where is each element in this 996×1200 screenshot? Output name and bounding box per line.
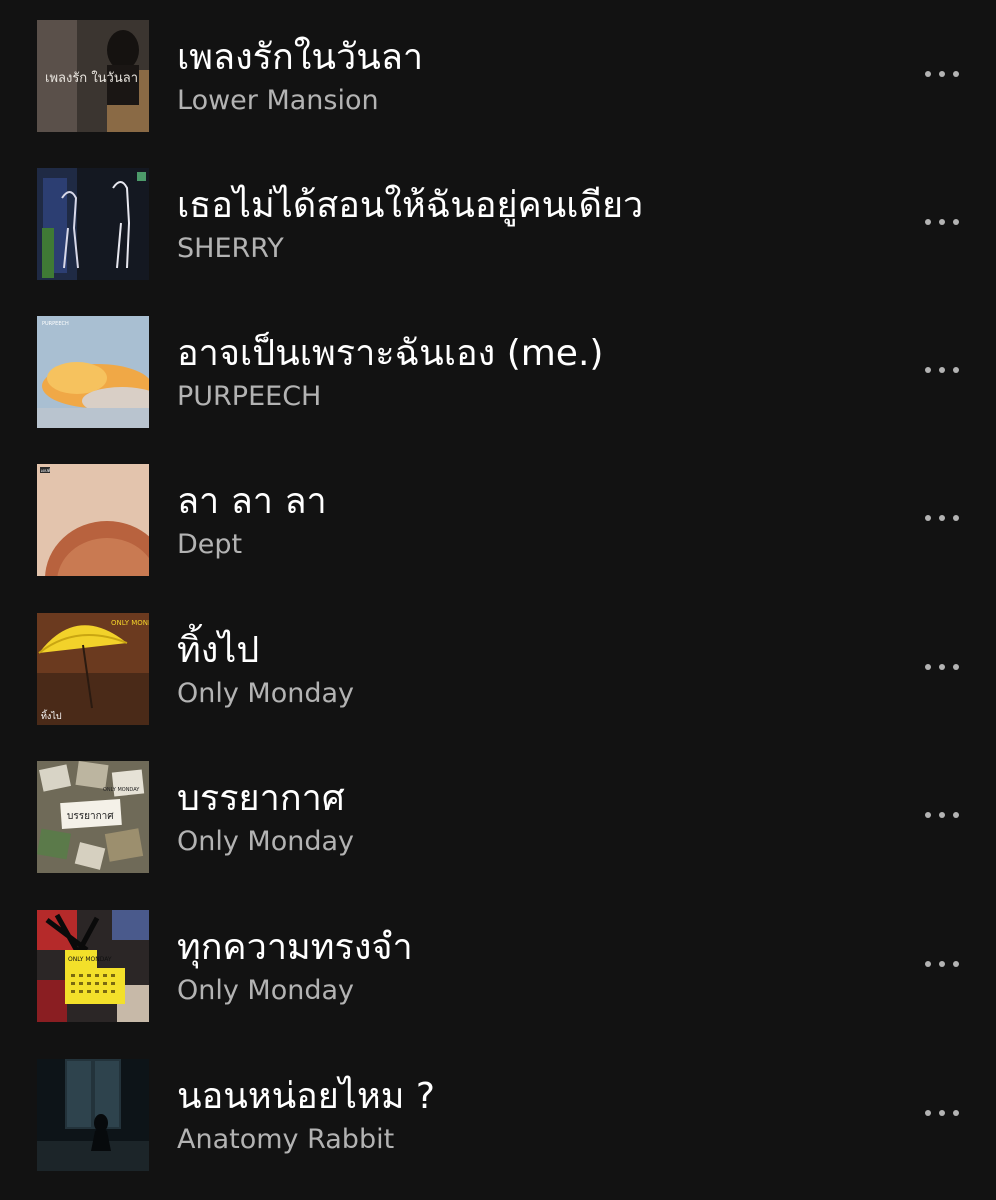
cover-text: PURPEECH xyxy=(42,321,69,327)
track-artist[interactable]: Only Monday xyxy=(177,825,354,859)
more-horizontal-icon xyxy=(925,812,959,818)
more-options-button[interactable] xyxy=(912,54,972,94)
album-cover: บรรยากาศ ONLY MONDAY xyxy=(37,761,149,873)
track-list: เพลงรัก ในวันลา เพลงรักในวันลา Lower Man… xyxy=(0,0,996,1200)
album-cover: ONLY MONDAY ทิ้งไป xyxy=(37,613,149,725)
album-cover: ONLY MONDAY xyxy=(37,910,149,1022)
track-row[interactable]: เธอไม่ได้สอนให้ฉันอยู่คนเดียว SHERRY xyxy=(0,148,996,296)
album-cover: เพลงรัก ในวันลา xyxy=(37,20,149,132)
more-options-button[interactable] xyxy=(912,647,972,687)
track-artist[interactable]: Only Monday xyxy=(177,677,354,711)
track-title: ลา ลา ลา xyxy=(177,481,327,522)
track-title: ทิ้งไป xyxy=(177,630,260,671)
track-row[interactable]: เดปท์ ลา ลา ลา Dept xyxy=(0,444,996,592)
more-horizontal-icon xyxy=(925,961,959,967)
track-artist[interactable]: Only Monday xyxy=(177,974,354,1008)
cover-text: ONLY MONDAY xyxy=(103,787,140,793)
track-artist[interactable]: SHERRY xyxy=(177,232,284,266)
more-horizontal-icon xyxy=(925,664,959,670)
album-cover: PURPEECH xyxy=(37,316,149,428)
cover-text: เดปท์ xyxy=(41,468,51,473)
track-row[interactable]: เพลงรัก ในวันลา เพลงรักในวันลา Lower Man… xyxy=(0,0,996,148)
album-cover: เดปท์ xyxy=(37,464,149,576)
more-horizontal-icon xyxy=(925,1110,959,1116)
track-artist[interactable]: Lower Mansion xyxy=(177,84,379,118)
cover-text: บรรยากาศ xyxy=(67,811,114,822)
more-options-button[interactable] xyxy=(912,350,972,390)
track-row[interactable]: PURPEECH อาจเป็นเพราะฉันเอง (me.) PURPEE… xyxy=(0,296,996,444)
more-options-button[interactable] xyxy=(912,498,972,538)
more-horizontal-icon xyxy=(925,367,959,373)
track-title: เพลงรักในวันลา xyxy=(177,37,424,78)
track-title: นอนหน่อยไหม ? xyxy=(177,1076,436,1117)
more-options-button[interactable] xyxy=(912,202,972,242)
more-horizontal-icon xyxy=(925,219,959,225)
track-artist[interactable]: PURPEECH xyxy=(177,380,321,414)
more-options-button[interactable] xyxy=(912,944,972,984)
more-options-button[interactable] xyxy=(912,795,972,835)
track-row[interactable]: ONLY MONDAY ทิ้งไป ทิ้งไป Only Monday xyxy=(0,593,996,741)
track-row[interactable]: ONLY MONDAY ทุกความทรงจำ Only Monday xyxy=(0,890,996,1038)
cover-text: ONLY MONDAY xyxy=(111,619,149,627)
cover-text: ONLY MONDAY xyxy=(68,956,112,963)
more-options-button[interactable] xyxy=(912,1093,972,1133)
more-horizontal-icon xyxy=(925,515,959,521)
track-title: เธอไม่ได้สอนให้ฉันอยู่คนเดียว xyxy=(177,185,644,226)
track-artist[interactable]: Dept xyxy=(177,528,242,562)
track-title: อาจเป็นเพราะฉันเอง (me.) xyxy=(177,333,604,374)
track-title: ทุกความทรงจำ xyxy=(177,927,413,968)
more-horizontal-icon xyxy=(925,71,959,77)
track-row[interactable]: นอนหน่อยไหม ? Anatomy Rabbit xyxy=(0,1039,996,1187)
cover-text: เพลงรัก ในวันลา xyxy=(45,70,138,86)
track-row[interactable]: บรรยากาศ ONLY MONDAY บรรยากาศ Only Monda… xyxy=(0,741,996,889)
track-artist[interactable]: Anatomy Rabbit xyxy=(177,1123,394,1157)
track-title: บรรยากาศ xyxy=(177,778,345,819)
album-cover xyxy=(37,1059,149,1171)
album-cover xyxy=(37,168,149,280)
